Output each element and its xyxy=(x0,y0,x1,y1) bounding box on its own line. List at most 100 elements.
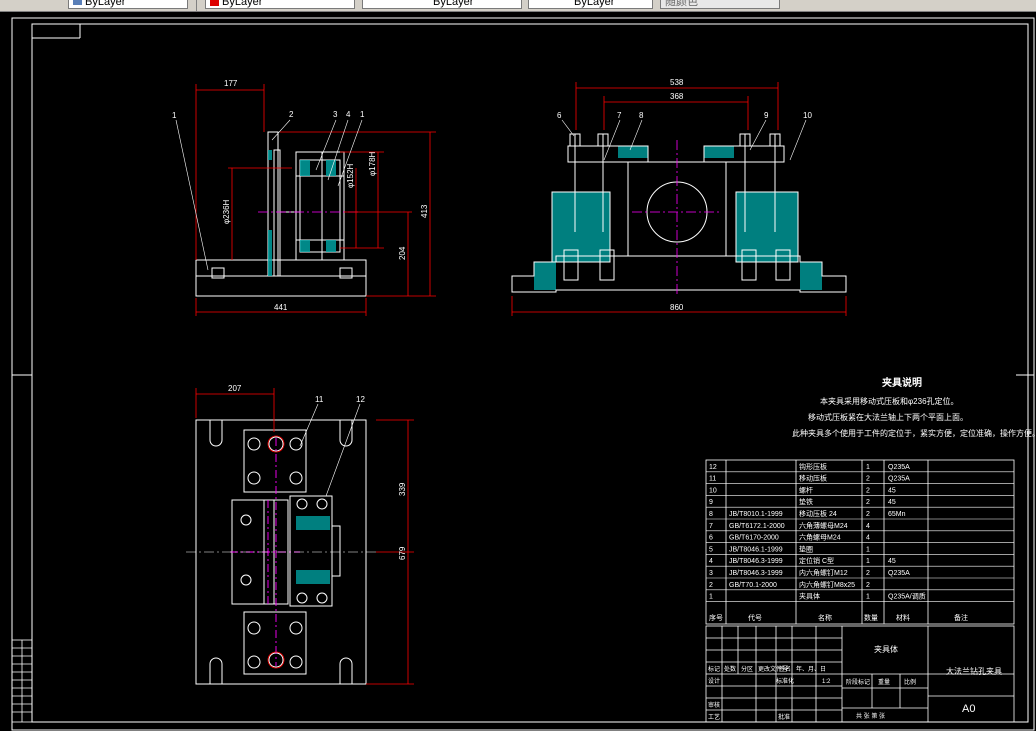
table-cell-no: 10 xyxy=(709,487,717,494)
tb-part-name: 夹具体 xyxy=(874,644,898,654)
table-cell-material: Q235A xyxy=(888,570,910,577)
drawing-canvas[interactable]: 177 441 413 204 φ236H φ152H φ178H 1 2 3 … xyxy=(0,0,1036,731)
tb-label-sheet: 共 张 第 张 xyxy=(856,712,885,720)
header-material: 材料 xyxy=(896,613,910,622)
balloon-side-5: 1 xyxy=(360,110,365,119)
header-name: 名称 xyxy=(818,613,832,622)
dim-side-dia-2: φ178H xyxy=(368,151,377,176)
balloon-front-9: 9 xyxy=(764,111,769,120)
table-cell-code: JB/T8010.1-1999 xyxy=(729,511,783,518)
dim-side-height: 413 xyxy=(420,204,429,218)
dim-front-total-width: 860 xyxy=(670,303,684,312)
table-cell-no: 9 xyxy=(709,499,713,506)
table-cell-qty: 4 xyxy=(866,535,870,542)
dim-top-width: 207 xyxy=(228,384,242,393)
technical-notes: 夹具说明 本夹具采用移动式压板和φ236孔定位。 移动式压板紧在大法兰轴上下两个… xyxy=(792,376,1036,438)
table-cell-material: 45 xyxy=(888,487,896,494)
table-cell-no: 1 xyxy=(709,594,713,601)
table-cell-qty: 2 xyxy=(866,570,870,577)
tb-scale: 1:2 xyxy=(822,679,831,685)
table-cell-code: JB/T8046.1-1999 xyxy=(729,546,783,553)
table-cell-qty: 2 xyxy=(866,511,870,518)
left-margin-block xyxy=(11,639,33,723)
table-cell-qty: 2 xyxy=(866,476,870,483)
table-cell-code: GB/T6170-2000 xyxy=(729,535,779,542)
table-cell-no: 11 xyxy=(709,476,716,483)
balloon-side-1: 1 xyxy=(172,111,177,120)
balloon-top-12: 12 xyxy=(356,395,365,404)
tb-label-review: 审核 xyxy=(708,701,720,709)
table-cell-name: 夹具体 xyxy=(799,592,820,601)
dim-front-total-top: 538 xyxy=(670,78,684,87)
table-cell-no: 4 xyxy=(709,558,713,565)
table-cell-qty: 2 xyxy=(866,487,870,494)
table-cell-material: 45 xyxy=(888,558,896,565)
parts-table: 12 钩形压板 1 Q235A11 移动压板 2 Q235A10 螺杆 2 459 垫铁 2 458 JB… xyxy=(705,459,1015,625)
header-no: 序号 xyxy=(709,613,723,622)
table-cell-qty: 1 xyxy=(866,594,870,601)
tb-label-stage: 阶段标记 xyxy=(846,678,870,686)
table-cell-no: 2 xyxy=(709,582,713,589)
table-cell-qty: 2 xyxy=(866,582,870,589)
dim-top-depth-1: 339 xyxy=(398,482,407,496)
table-cell-material: Q235A xyxy=(888,464,910,471)
dim-front-inner: 368 xyxy=(670,92,684,101)
table-cell-no: 6 xyxy=(709,535,713,542)
table-cell-no: 12 xyxy=(709,464,717,471)
tb-label-process: 工艺 xyxy=(708,713,720,721)
table-cell-name: 移动压板 xyxy=(799,474,827,483)
table-cell-code: JB/T8046.3-1999 xyxy=(729,558,783,565)
balloon-front-8: 8 xyxy=(639,111,644,120)
table-cell-qty: 1 xyxy=(866,558,870,565)
tb-label-standard: 标准化 xyxy=(776,677,794,685)
tb-label-count: 处数 xyxy=(724,665,736,673)
tb-sheet-size: A0 xyxy=(962,703,975,715)
header-qty: 数量 xyxy=(864,613,878,622)
title-block: 标记 处数 分区 更改文件号 签名 年、月、日 设计 标准化 1:2 审核 工艺… xyxy=(705,625,1015,723)
dim-side-dia-bore: φ236H xyxy=(222,199,231,224)
dim-side-dia-1: φ152H xyxy=(346,163,355,188)
dim-side-center-height: 204 xyxy=(398,246,407,260)
table-cell-qty: 4 xyxy=(866,523,870,530)
table-cell-qty: 1 xyxy=(866,464,870,471)
tb-label-mark: 标记 xyxy=(708,665,720,673)
table-cell-name: 移动压板 24 xyxy=(799,509,837,518)
dim-side-total-width: 441 xyxy=(274,303,288,312)
table-cell-code: GB/T70.1-2000 xyxy=(729,582,777,589)
table-cell-name: 内六角螺钉M12 xyxy=(799,568,848,577)
table-cell-code: JB/T8046.3-1999 xyxy=(729,570,783,577)
notes-line-2: 移动式压板紧在大法兰轴上下两个平面上面。 xyxy=(808,412,968,422)
tb-label-approve: 批准 xyxy=(778,713,790,721)
table-cell-qty: 1 xyxy=(866,546,870,553)
notes-line-1: 本夹具采用移动式压板和φ236孔定位。 xyxy=(820,396,959,406)
table-cell-material: 45 xyxy=(888,499,896,506)
header-code: 代号 xyxy=(748,613,762,622)
balloon-side-2: 2 xyxy=(289,110,294,119)
tb-label-design: 设计 xyxy=(708,677,720,685)
notes-title: 夹具说明 xyxy=(882,376,922,389)
balloon-front-10: 10 xyxy=(803,111,812,120)
dim-side-width-top: 177 xyxy=(224,79,238,88)
balloon-top-11: 11 xyxy=(315,395,324,404)
table-cell-material: Q235A/调质 xyxy=(888,592,926,601)
tb-label-date: 年、月、日 xyxy=(796,665,826,673)
table-cell-no: 3 xyxy=(709,570,713,577)
balloon-side-3: 3 xyxy=(333,110,338,119)
header-remark: 备注 xyxy=(954,613,968,622)
table-cell-material: 65Mn xyxy=(888,511,906,518)
table-cell-name: 垫圈 xyxy=(799,544,813,553)
side-view: 177 441 413 204 φ236H φ152H φ178H 1 2 3 … xyxy=(172,79,436,316)
tb-drawing-name: 大法兰钻孔夹具 xyxy=(946,666,1002,676)
table-cell-material: Q235A xyxy=(888,476,910,483)
tb-label-sign: 签名 xyxy=(779,665,791,673)
table-cell-code: GB/T6172.1-2000 xyxy=(729,523,785,530)
table-cell-name: 钩形压板 xyxy=(799,462,827,471)
table-cell-name: 六角螺母M24 xyxy=(799,533,841,542)
tb-label-ratio: 比例 xyxy=(904,678,916,686)
table-cell-name: 内六角螺钉M8x25 xyxy=(799,580,855,589)
table-cell-name: 六角薄螺母M24 xyxy=(799,521,848,530)
notes-line-3: 此种夹具多个使用于工件的定位于，紧实方便，定位准确，操作方便。 xyxy=(792,428,1036,438)
balloon-front-6: 6 xyxy=(557,111,562,120)
table-cell-name: 螺杆 xyxy=(799,485,813,494)
drawing-frame xyxy=(11,17,1035,731)
